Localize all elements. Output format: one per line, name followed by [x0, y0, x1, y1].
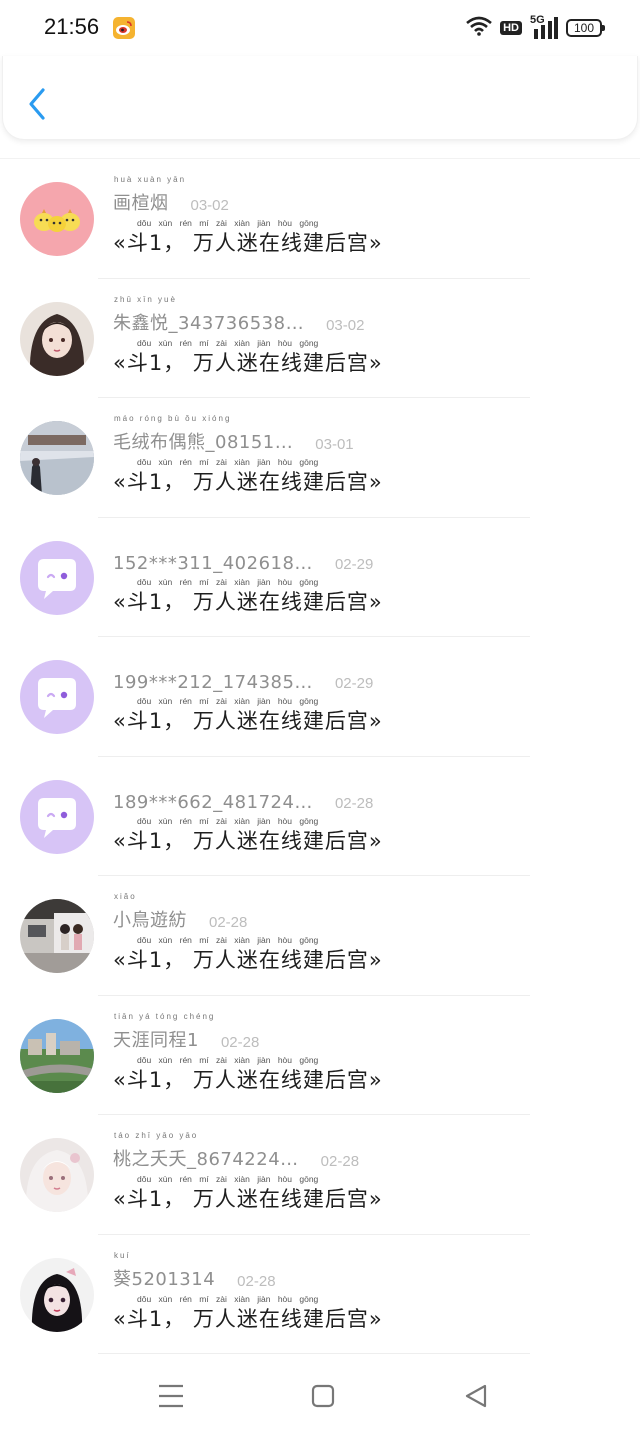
message-date: 03-02 [326, 316, 365, 334]
message-date: 02-28 [209, 914, 248, 931]
message-text: «斗1， 万人迷在线建后宫» [113, 231, 383, 255]
avatar[interactable] [20, 899, 94, 973]
name-line: 毛绒布偶熊_08151… 03-01 [113, 420, 354, 454]
back-button[interactable] [23, 84, 51, 124]
message-text: «斗1， 万人迷在线建后宫» [113, 948, 383, 972]
message-text: «斗1， 万人迷在线建后宫» [113, 828, 383, 853]
sender-name: 152***311_402618… [113, 552, 313, 574]
message-list-item[interactable]: táo zhī yāo yāo 桃之夭夭_8674224… 02-28 dǒu xùn… [0, 1115, 640, 1235]
message-list-item[interactable]: tiān yá tóng chéng 天涯同程1 02-28 dǒu xùn rén … [0, 996, 640, 1115]
message-text: «斗1， 万人迷在线建后宫» [113, 709, 383, 733]
menu-icon [159, 1384, 183, 1408]
message-text: «斗1， 万人迷在线建后宫» [113, 589, 383, 614]
name-line: 199***212_174385… 02-29 [113, 659, 373, 693]
message-list-item[interactable]: 199***212_174385… 02-29 dǒu xùn rén mí zài… [0, 637, 640, 757]
system-nav-bar [0, 1358, 640, 1433]
message-date: 02-28 [237, 1272, 276, 1290]
menu-nav-button[interactable] [151, 1380, 191, 1412]
name-line: 189***662_481724… 02-28 [113, 779, 373, 813]
message-date: 02-28 [334, 794, 374, 812]
home-nav-button[interactable] [303, 1380, 343, 1412]
avatar[interactable] [20, 540, 94, 615]
avatar[interactable] [20, 182, 94, 256]
hd-icon: HD [500, 21, 522, 35]
message-text: «斗1， 万人迷在线建后宫» [113, 1067, 383, 1092]
message-date: 02-29 [334, 675, 374, 692]
message-date: 03-02 [190, 197, 229, 214]
avatar[interactable] [20, 1138, 94, 1212]
message-text: «斗1， 万人迷在线建后宫» [113, 470, 383, 494]
avatar[interactable] [20, 660, 94, 734]
name-line: 桃之夭夭_8674224… 02-28 [113, 1137, 359, 1171]
status-bar: 21:56 HD 5G 100 [0, 0, 640, 56]
message-list: huà xuàn yān 画楦烟 03-02 dǒu xùn rén mí zài x… [0, 158, 640, 1354]
message-list-item[interactable]: xiǎo 小鳥遊紡 02-28 dǒu xùn rén mí zài xiàn jià… [0, 876, 640, 996]
sender-name: 葵5201314 [113, 1268, 216, 1290]
sender-name: 天涯同程1 [113, 1029, 199, 1051]
triangle-back-icon [465, 1384, 487, 1408]
name-line: 朱鑫悦_343736538… 03-02 [113, 301, 364, 335]
message-list-item[interactable]: 152***311_402618… 02-29 dǒu xùn rén mí zài… [0, 518, 640, 637]
avatar[interactable] [20, 421, 94, 495]
name-line: 葵5201314 02-28 [113, 1257, 276, 1291]
name-line: 画楦烟 03-02 [113, 181, 229, 215]
message-list-item[interactable]: máo róng bù ǒu xióng 毛绒布偶熊_08151… 03-01 dǒu… [0, 398, 640, 518]
weibo-icon [113, 17, 135, 39]
avatar[interactable] [20, 779, 94, 854]
sender-name: 小鳥遊紡 [113, 910, 187, 931]
name-line: 小鳥遊紡 02-28 [113, 898, 247, 932]
signal-icon: 5G [530, 14, 558, 39]
message-list-item[interactable]: huà xuàn yān 画楦烟 03-02 dǒu xùn rén mí zài x… [0, 159, 640, 279]
message-text: «斗1， 万人迷在线建后宫» [113, 1187, 383, 1211]
back-nav-button[interactable] [456, 1380, 496, 1412]
message-date: 03-01 [315, 436, 354, 453]
avatar[interactable] [20, 1257, 94, 1332]
top-header [2, 56, 638, 140]
sender-name: 189***662_481724… [113, 791, 313, 813]
avatar[interactable] [20, 1018, 94, 1093]
sender-name: 毛绒布偶熊_08151… [113, 432, 294, 453]
message-list-item[interactable]: kuí 葵5201314 02-28 dǒu xùn rén mí zài xiàn … [0, 1235, 640, 1354]
message-date: 02-28 [320, 1153, 360, 1170]
divider [98, 1353, 530, 1354]
avatar[interactable] [20, 301, 94, 376]
sender-name: 画楦烟 [113, 193, 169, 214]
message-text: «斗1， 万人迷在线建后宫» [113, 350, 383, 375]
sender-name: 朱鑫悦_343736538… [113, 312, 305, 334]
sender-name: 桃之夭夭_8674224… [113, 1149, 299, 1170]
message-list-item[interactable]: zhū xīn yuè 朱鑫悦_343736538… 03-02 dǒu xùn ré… [0, 279, 640, 398]
name-line: 天涯同程1 02-28 [113, 1018, 259, 1052]
home-icon [311, 1384, 335, 1408]
battery-icon: 100 [566, 19, 605, 37]
chevron-left-icon [29, 88, 45, 120]
sender-name: 199***212_174385… [113, 672, 313, 693]
wifi-icon [466, 16, 492, 40]
message-text: «斗1， 万人迷在线建后宫» [113, 1306, 383, 1331]
message-date: 02-29 [334, 555, 374, 573]
name-line: 152***311_402618… 02-29 [113, 540, 373, 574]
status-time: 21:56 [44, 14, 100, 39]
message-list-item[interactable]: 189***662_481724… 02-28 dǒu xùn rén mí zài… [0, 757, 640, 876]
message-date: 02-28 [220, 1033, 260, 1051]
